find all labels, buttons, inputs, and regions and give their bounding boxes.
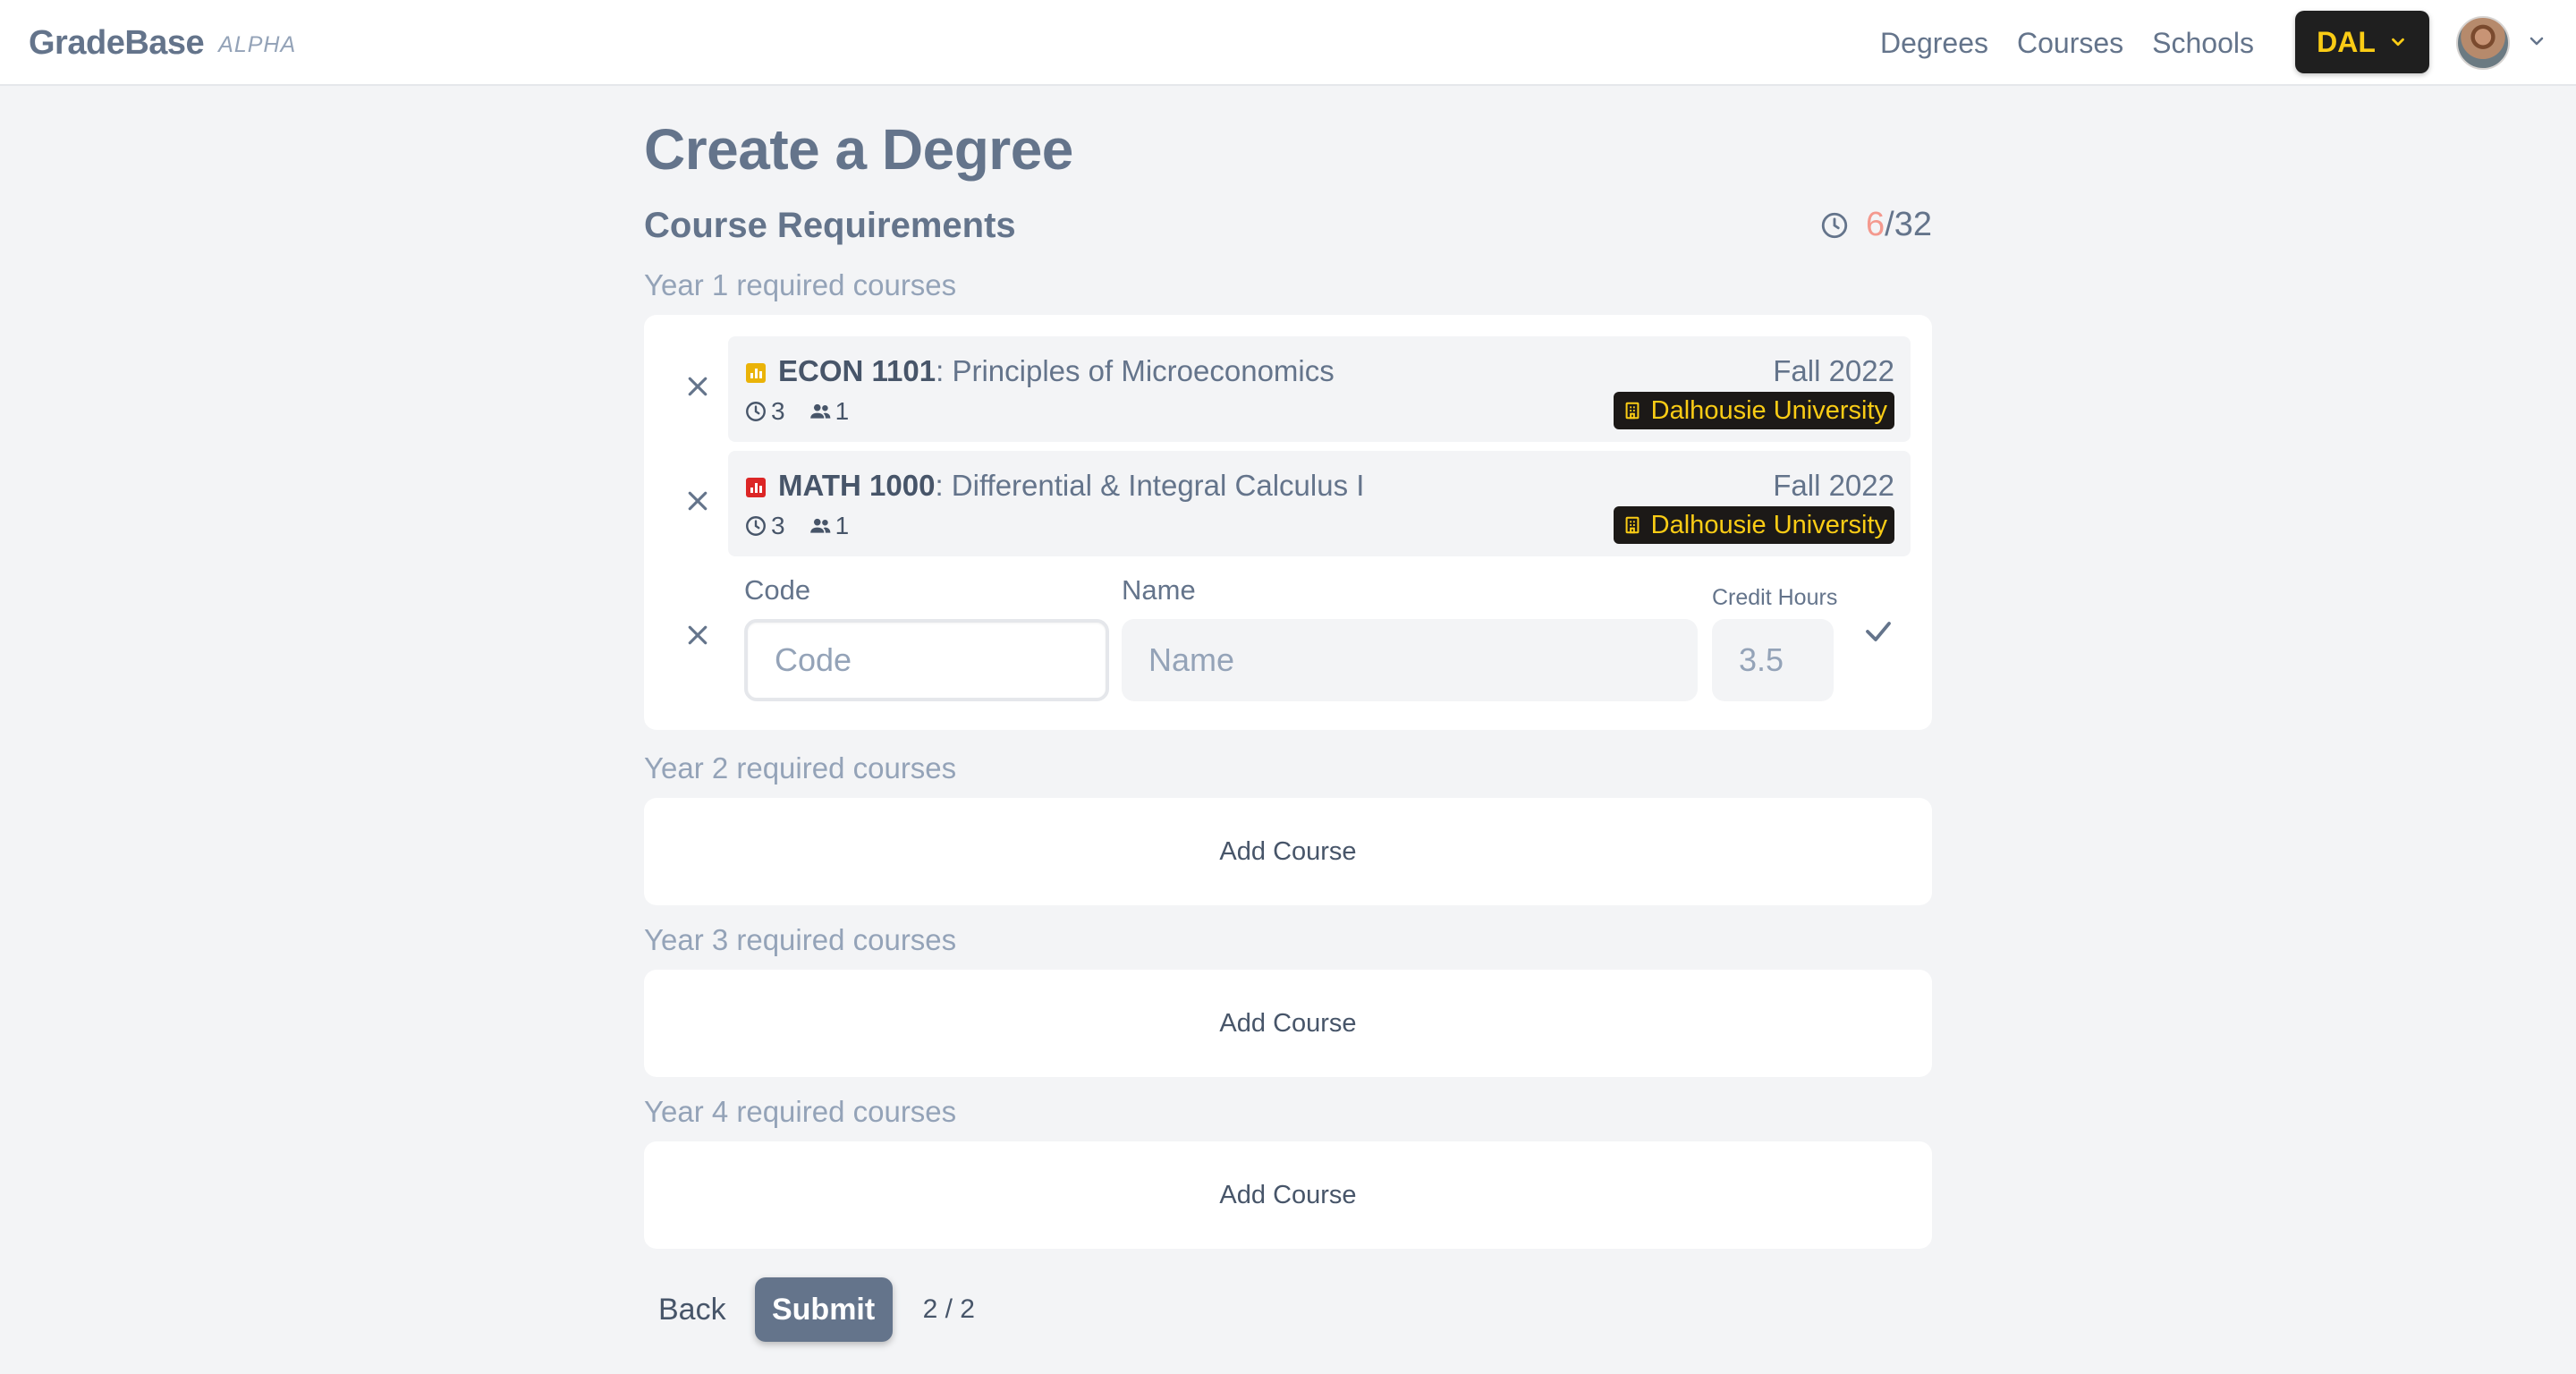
course-name: : Principles of Microeconomics <box>936 354 1335 387</box>
course-name: : Differential & Integral Calculus I <box>935 469 1365 502</box>
clock-icon <box>746 516 766 536</box>
school-name: Dalhousie University <box>1650 510 1887 539</box>
remove-course-button[interactable] <box>680 483 716 519</box>
year-1-panel: ECON 1101: Principles of Microeconomics … <box>644 315 1932 730</box>
page-title: Create a Degree <box>644 117 1073 182</box>
close-icon <box>688 491 708 511</box>
add-course-button-year-4[interactable]: Add Course <box>644 1141 1932 1249</box>
school-code: DAL <box>2317 25 2376 58</box>
hours-total: /32 <box>1885 206 1932 243</box>
course-credit-hours: 3 <box>771 397 785 425</box>
code-field[interactable] <box>744 619 1109 701</box>
building-icon <box>1625 516 1640 534</box>
chevron-down-icon <box>2392 38 2404 47</box>
course-code: MATH 1000 <box>778 469 936 502</box>
section-title: Course Requirements <box>644 206 1016 245</box>
users-icon <box>809 518 830 533</box>
nav-link-degrees[interactable]: Degrees <box>1880 27 1988 60</box>
nav-link-courses[interactable]: Courses <box>2017 27 2123 60</box>
form-footer: Back Submit 2 / 2 <box>644 1277 975 1342</box>
add-course-button-year-3[interactable]: Add Course <box>644 970 1932 1077</box>
course-title: ECON 1101: Principles of Microeconomics <box>778 354 1335 388</box>
course-card[interactable]: MATH 1000: Differential & Integral Calcu… <box>728 451 1911 556</box>
year-2-label: Year 2 required courses <box>644 751 957 785</box>
brand[interactable]: GradeBase ALPHA <box>29 0 296 86</box>
code-field-label: Code <box>744 574 811 606</box>
add-course-button-year-2[interactable]: Add Course <box>644 798 1932 905</box>
year-1-label: Year 1 required courses <box>644 268 957 301</box>
nav-link-schools[interactable]: Schools <box>2152 27 2254 60</box>
chart-icon <box>746 478 766 497</box>
user-menu[interactable] <box>2456 16 2547 70</box>
brand-tag: ALPHA <box>218 31 297 57</box>
course-code: ECON 1101 <box>778 354 936 387</box>
brand-name: GradeBase <box>29 23 205 62</box>
course-title: MATH 1000: Differential & Integral Calcu… <box>778 469 1364 503</box>
credit-hours-counter: 6/32 <box>1819 206 1932 244</box>
close-icon <box>688 625 708 645</box>
check-icon <box>1866 622 1891 641</box>
course-term: Fall 2022 <box>1773 469 1894 502</box>
year-4-label: Year 4 required courses <box>644 1095 957 1128</box>
school-badge: Dalhousie University <box>1613 506 1894 544</box>
close-icon <box>688 377 708 396</box>
back-button[interactable]: Back <box>644 1277 741 1342</box>
course-credit-hours: 3 <box>771 512 785 539</box>
course-students: 1 <box>835 512 850 539</box>
step-indicator: 2 / 2 <box>922 1294 975 1324</box>
hours-current: 6 <box>1866 206 1885 243</box>
credit-hours-field[interactable] <box>1712 619 1834 701</box>
school-switcher-button[interactable]: DAL <box>2295 11 2429 73</box>
nav-links: Degrees Courses Schools <box>1880 0 2254 86</box>
remove-course-button[interactable] <box>680 369 716 404</box>
school-badge: Dalhousie University <box>1613 392 1894 429</box>
top-navbar: GradeBase ALPHA Degrees Courses Schools … <box>0 0 2576 86</box>
name-field[interactable] <box>1122 619 1698 701</box>
submit-button[interactable]: Submit <box>754 1277 893 1342</box>
course-meta: 3 1 <box>744 397 872 426</box>
credit-hours-field-label: Credit Hours <box>1712 585 1838 610</box>
year-3-label: Year 3 required courses <box>644 923 957 956</box>
chart-icon <box>746 363 766 383</box>
building-icon <box>1625 402 1640 420</box>
chevron-down-icon <box>2526 30 2547 56</box>
course-term: Fall 2022 <box>1773 354 1894 387</box>
name-field-label: Name <box>1122 574 1196 606</box>
users-icon <box>809 403 830 419</box>
course-students: 1 <box>835 397 850 425</box>
clock-icon <box>746 402 766 421</box>
avatar <box>2456 16 2510 70</box>
confirm-new-course-button[interactable] <box>1857 610 1900 653</box>
cancel-new-course-button[interactable] <box>680 617 716 653</box>
course-meta: 3 1 <box>744 512 872 540</box>
school-name: Dalhousie University <box>1650 395 1887 425</box>
clock-icon <box>1821 212 1848 238</box>
course-card[interactable]: ECON 1101: Principles of Microeconomics … <box>728 336 1911 442</box>
